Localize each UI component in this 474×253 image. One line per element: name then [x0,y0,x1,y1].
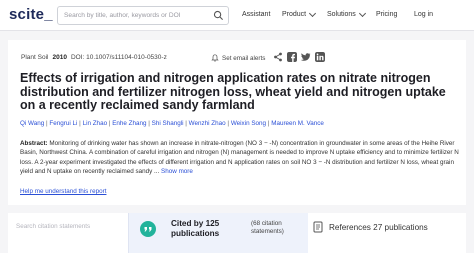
show-more-link[interactable]: Show more [159,168,193,175]
nav-solutions[interactable]: Solutions [327,9,366,18]
linkedin-icon[interactable] [315,52,325,62]
facebook-icon[interactable] [287,52,297,62]
nav-login[interactable]: Log in [414,11,433,18]
author-link[interactable]: Lin Zhao [83,120,108,127]
search-input[interactable] [64,12,214,19]
chevron-down-icon [358,9,366,17]
references-tab[interactable]: References 27 publications [308,213,466,253]
paper-meta: Plant Soil 2010 DOI: 10.1007/s11104-010-… [21,54,167,61]
nav-product[interactable]: Product [282,9,317,18]
bell-icon [211,54,219,62]
author-link[interactable]: Qi Wang [20,120,44,127]
doi[interactable]: DOI: 10.1007/s11104-010-0530-z [71,54,167,61]
author-link[interactable]: Wenzhi Zhao [189,120,226,127]
cited-by-tab[interactable]: Cited by 125 publications (68 citation s… [128,213,308,253]
chevron-down-icon [309,9,317,17]
references-count: References 27 publications [329,223,428,232]
help-understand-link[interactable]: Help me understand this report [20,188,106,195]
nav-assistant[interactable]: Assistant [242,11,270,18]
author-link[interactable]: Enhe Zhang [112,120,146,127]
twitter-icon[interactable] [301,52,311,62]
author-list: Qi Wang | Fengrui Li | Lin Zhao | Enhe Z… [20,120,324,127]
references-icon [313,221,323,233]
abstract-text: Monitoring of drinking water has shown a… [20,140,459,175]
email-alert-label: Set email alerts [222,54,266,62]
author-link[interactable]: Weixin Song [231,120,266,127]
nav-pricing[interactable]: Pricing [376,11,397,18]
citation-search-panel: Search citation statements [8,213,128,253]
journal-name[interactable]: Plant Soil [21,54,48,61]
publication-year: 2010 [52,54,67,61]
top-navbar: scite_ Assistant Product Solutions Prici… [0,0,474,31]
citation-icon [140,221,156,237]
abstract-label: Abstract: [20,140,48,147]
search-box[interactable] [57,6,229,25]
citation-search-input[interactable]: Search citation statements [16,223,90,230]
author-link[interactable]: Shi Shangli [152,120,184,127]
cited-by-count: Cited by 125 publications [171,219,220,238]
citation-statements-count: (68 citation statements) [251,220,284,235]
paper-card: Plant Soil 2010 DOI: 10.1007/s11104-010-… [8,40,466,205]
scite-logo[interactable]: scite_ [9,6,53,23]
email-alert-button[interactable]: Set email alerts [211,54,265,62]
author-link[interactable]: Fengrui Li [49,120,77,127]
author-link[interactable]: Maureen M. Vance [271,120,324,127]
search-icon[interactable] [213,10,224,21]
abstract: Abstract: Monitoring of drinking water h… [20,139,460,176]
paper-title: Effects of irrigation and nitrogen appli… [20,71,446,113]
share-icon[interactable] [273,52,283,62]
